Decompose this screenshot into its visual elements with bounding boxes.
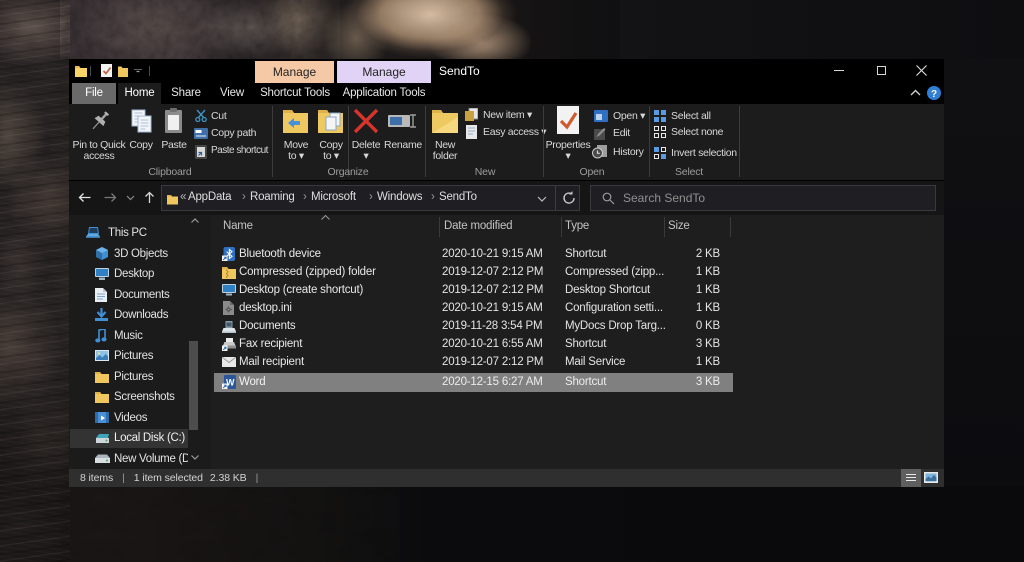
- svg-text:?: ?: [931, 89, 937, 100]
